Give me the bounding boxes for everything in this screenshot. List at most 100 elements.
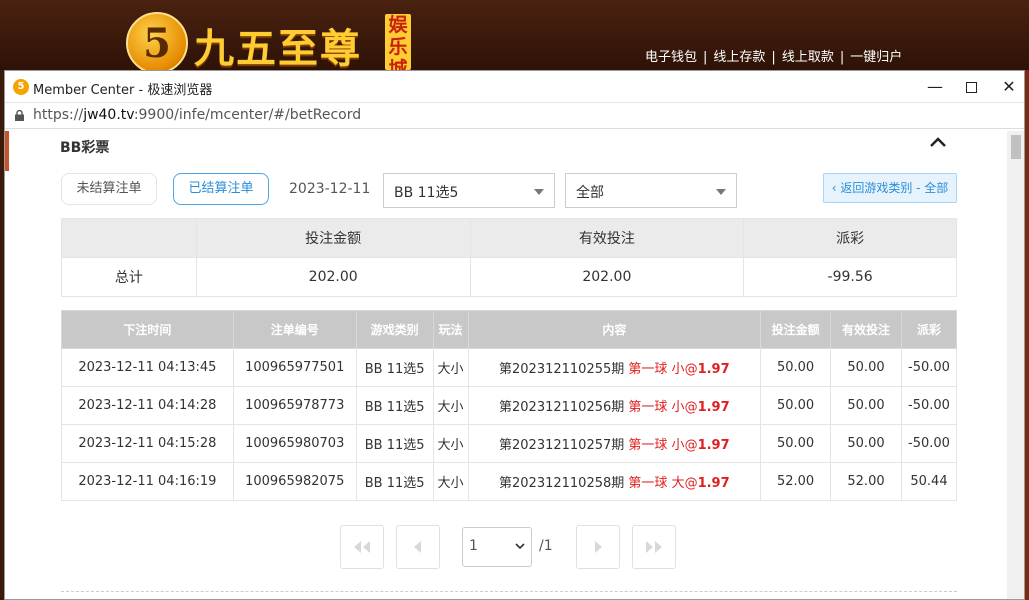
game-select-value: BB 11选5 [394, 185, 459, 201]
col-header-id: 注单编号 [232, 310, 357, 349]
content-pick: 第一球 小 [628, 438, 685, 453]
scrollbar-thumb[interactable] [1011, 135, 1021, 159]
content-at: @ [684, 400, 698, 415]
cell-id: 100965982075 [232, 462, 357, 501]
cell-valid: 50.00 [830, 424, 902, 463]
last-page-button[interactable] [632, 525, 676, 569]
content-at: @ [684, 476, 698, 491]
game-select[interactable]: BB 11选5 [383, 173, 555, 208]
link-sep: | [839, 50, 845, 65]
table-row: 2023-12-11 04:15:28 100965980703 BB 11选5… [61, 424, 958, 463]
caret-down-icon [534, 189, 544, 195]
url-text[interactable]: https://jw40.tv:9900/infe/mcenter/#/betR… [33, 107, 361, 123]
prev-page-button[interactable] [396, 525, 440, 569]
prev-page-icon [414, 541, 421, 553]
cell-payout: 50.44 [900, 462, 958, 501]
maximize-icon [965, 82, 977, 93]
last-page-icon [646, 541, 662, 553]
cell-content: 第202312110257期 第一球 小@1.97 [467, 424, 762, 463]
content-pick: 第一球 大 [628, 476, 685, 491]
url-rest: :9900/infe/mcenter/#/betRecord [133, 107, 362, 123]
url-prefix: https:// [33, 107, 84, 123]
content-odds: 1.97 [697, 362, 730, 377]
table-row: 2023-12-11 04:13:45 100965977501 BB 11选5… [61, 348, 958, 387]
link-deposit[interactable]: 线上存款 [713, 50, 765, 65]
content-at: @ [684, 438, 698, 453]
summary-header-valid: 有效投注 [469, 218, 745, 258]
cell-payout: -50.00 [900, 386, 958, 425]
col-header-game: 游戏类别 [355, 310, 434, 349]
cell-content: 第202312110256期 第一球 小@1.97 [467, 386, 762, 425]
summary-header-cell [61, 218, 197, 258]
col-header-play: 玩法 [432, 310, 469, 349]
content-pick: 第一球 小 [628, 362, 685, 377]
summary-total-payout: -99.56 [743, 257, 957, 297]
bet-records-table: 下注时间 注单编号 游戏类别 玩法 内容 投注金额 有效投注 派彩 2023-1… [61, 310, 958, 501]
caret-down-icon [716, 189, 726, 195]
cell-game: BB 11选5 [355, 348, 434, 387]
window-title: Member Center - 极速浏览器 [33, 83, 213, 98]
link-consolidate[interactable]: 一键归户 [850, 50, 902, 65]
content-period: 第202312110256期 [499, 400, 625, 415]
link-wallet[interactable]: 电子钱包 [645, 50, 697, 65]
page-total: /1 [539, 538, 553, 554]
summary-header-payout: 派彩 [743, 218, 957, 258]
first-page-button[interactable] [340, 525, 384, 569]
back-to-categories-button[interactable]: ‹ 返回游戏类别 - 全部 [823, 173, 957, 203]
type-select-value: 全部 [576, 185, 604, 201]
cell-time: 2023-12-11 04:14:28 [61, 386, 234, 425]
type-select[interactable]: 全部 [565, 173, 737, 208]
chevron-down-icon [515, 543, 525, 550]
summary-header-row: 投注金额 有效投注 派彩 [61, 218, 957, 258]
cell-time: 2023-12-11 04:16:19 [61, 462, 234, 501]
left-accent-strip [5, 131, 9, 171]
records-header-row: 下注时间 注单编号 游戏类别 玩法 内容 投注金额 有效投注 派彩 [61, 310, 958, 349]
cell-game: BB 11选5 [355, 462, 434, 501]
title-bar[interactable]: 5 Member Center - 极速浏览器 — ✕ [5, 71, 1024, 103]
address-bar[interactable]: https://jw40.tv:9900/infe/mcenter/#/betR… [5, 103, 1024, 129]
cell-bet: 52.00 [760, 462, 832, 501]
cell-id: 100965978773 [232, 386, 357, 425]
page-select[interactable]: 1 [462, 527, 532, 567]
tab-unsettled[interactable]: 未结算注单 [61, 173, 157, 205]
summary-total-label: 总计 [61, 257, 197, 297]
close-button[interactable]: ✕ [990, 71, 1028, 103]
cell-id: 100965977501 [232, 348, 357, 387]
next-page-button[interactable] [576, 525, 620, 569]
tab-settled[interactable]: 已结算注单 [173, 173, 269, 205]
chevron-up-icon[interactable] [927, 133, 949, 151]
cell-play: 大小 [432, 462, 469, 501]
first-page-icon [354, 541, 370, 553]
site-header: 5 九五至尊 娱乐城 电子钱包 | 线上存款 | 线上取款 | 一键归户 [0, 0, 1029, 74]
cell-bet: 50.00 [760, 348, 832, 387]
minimize-button[interactable]: — [916, 71, 954, 103]
date-value[interactable]: 2023-12-11 [289, 181, 370, 197]
cell-content: 第202312110258期 第一球 大@1.97 [467, 462, 762, 501]
logo-text: 九五至尊 [194, 25, 362, 72]
cell-play: 大小 [432, 386, 469, 425]
cell-payout: -50.00 [900, 348, 958, 387]
url-host: jw40.tv [83, 107, 134, 123]
cell-time: 2023-12-11 04:15:28 [61, 424, 234, 463]
cell-play: 大小 [432, 348, 469, 387]
cell-game: BB 11选5 [355, 424, 434, 463]
summary-header-bet: 投注金额 [195, 218, 471, 258]
divider [61, 591, 957, 592]
summary-total-bet: 202.00 [195, 257, 471, 297]
page-content: BB彩票 未结算注单 已结算注单 2023-12-11 BB 11选5 全部 ‹… [5, 131, 1024, 599]
maximize-button[interactable] [952, 71, 990, 103]
cell-valid: 52.00 [830, 462, 902, 501]
cell-play: 大小 [432, 424, 469, 463]
cell-valid: 50.00 [830, 348, 902, 387]
content-at: @ [684, 362, 698, 377]
link-withdraw[interactable]: 线上取款 [782, 50, 834, 65]
col-header-time: 下注时间 [61, 310, 234, 349]
cell-valid: 50.00 [830, 386, 902, 425]
scrollbar[interactable] [1007, 131, 1024, 599]
content-period: 第202312110258期 [499, 476, 625, 491]
app-icon: 5 [13, 79, 29, 95]
cell-time: 2023-12-11 04:13:45 [61, 348, 234, 387]
content-pick: 第一球 小 [628, 400, 685, 415]
logo-char: 5 [143, 20, 171, 67]
link-sep: | [703, 50, 708, 65]
